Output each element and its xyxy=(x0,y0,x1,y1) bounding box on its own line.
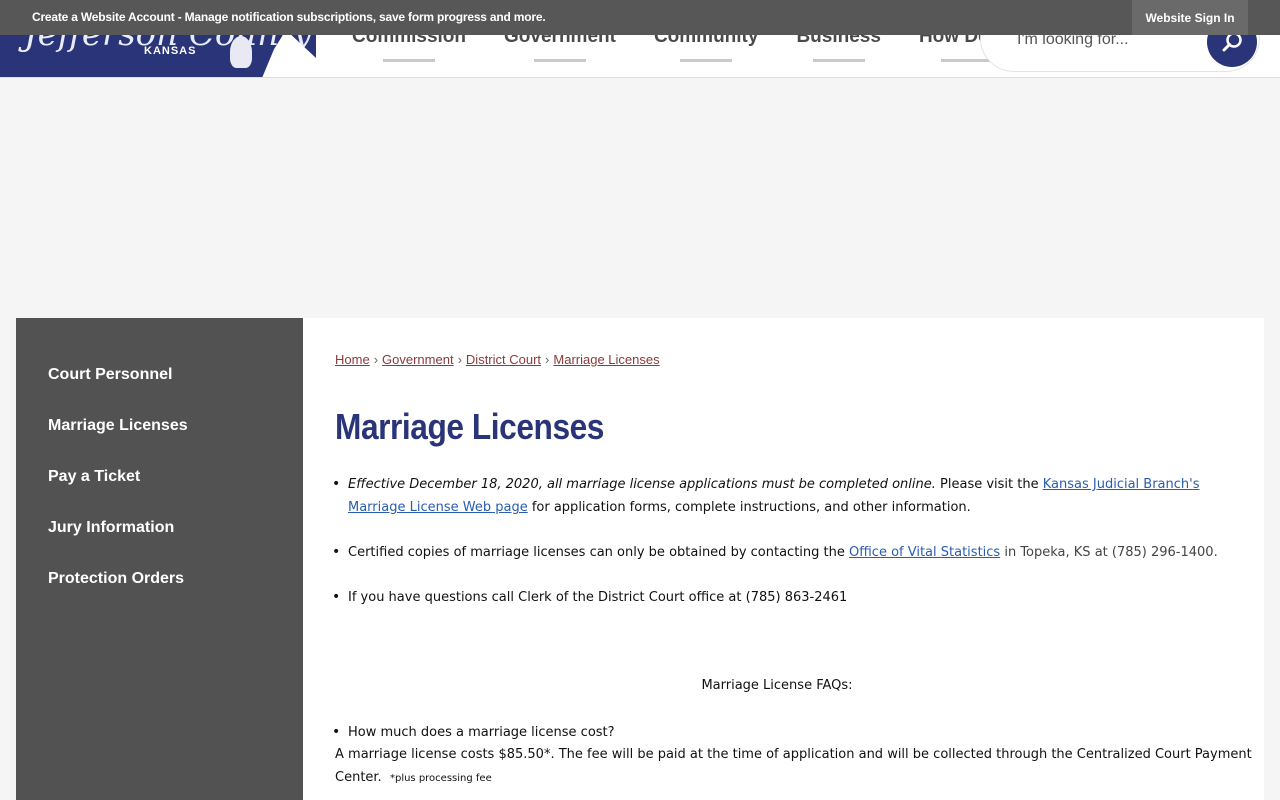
notification-bar: Create a Website Account - Manage notifi… xyxy=(0,0,1280,35)
breadcrumb-separator: › xyxy=(545,352,550,367)
list-item: • Certified copies of marriage licenses … xyxy=(332,541,1218,564)
visit-text: Please visit the xyxy=(935,477,1043,492)
bullet-dot: • xyxy=(332,544,341,560)
list-item: • If you have questions call Clerk of th… xyxy=(332,586,847,609)
bullet-dot: • xyxy=(332,589,341,605)
sidebar-item-marriage-licenses[interactable]: Marriage Licenses xyxy=(48,417,188,435)
website-signin-button[interactable]: Website Sign In xyxy=(1132,0,1248,35)
breadcrumb: Home › Government › District Court › Marriage … xyxy=(335,352,660,367)
vital-statistics-link[interactable]: Office of Vital Statistics xyxy=(849,545,1000,560)
main-content: Home › Government › District Court › Marriage … xyxy=(303,318,1264,800)
list-item: • Effective December 18, 2020, all marri… xyxy=(332,473,1238,519)
faq-answer-note: *plus processing fee xyxy=(389,773,492,784)
breadcrumb-district-court[interactable]: District Court xyxy=(466,352,541,367)
faq-heading: Marriage License FAQs: xyxy=(701,678,853,693)
create-account-link[interactable]: Create a Website Account - Manage notifi… xyxy=(32,10,546,24)
breadcrumb-government[interactable]: Government xyxy=(382,352,454,367)
online-notice: Effective December 18, 2020, all marriag… xyxy=(348,477,936,492)
visit-tail: for application forms, complete instruct… xyxy=(527,500,971,515)
sidebar-item-court-personnel[interactable]: Court Personnel xyxy=(48,366,172,384)
sidebar-item-protection-orders[interactable]: Protection Orders xyxy=(48,570,184,588)
breadcrumb-marriage-licenses[interactable]: Marriage Licenses xyxy=(553,352,659,367)
faq-question: How much does a marriage license cost? xyxy=(348,725,615,740)
clerk-contact-text: If you have questions call Clerk of the … xyxy=(348,590,848,605)
page-title: Marriage Licenses xyxy=(335,406,604,447)
vital-statistics-phone: in Topeka, KS at (785) 296-1400. xyxy=(1000,545,1218,560)
portrait-icon xyxy=(230,36,252,68)
bullet-dot: • xyxy=(332,476,341,492)
logo-state: KANSAS xyxy=(144,45,197,57)
breadcrumb-home[interactable]: Home xyxy=(335,352,370,367)
faq-answer: A marriage license costs $85.50*. The fe… xyxy=(335,743,1260,790)
list-item-text: Effective December 18, 2020, all marriag… xyxy=(348,473,1238,519)
breadcrumb-separator: › xyxy=(457,352,462,367)
list-item-text: Certified copies of marriage licenses ca… xyxy=(348,541,1218,564)
sidebar: Court Personnel Marriage Licenses Pay a … xyxy=(16,318,303,800)
bullet-dot: • xyxy=(332,724,341,740)
sidebar-item-pay-a-ticket[interactable]: Pay a Ticket xyxy=(48,468,140,486)
list-item: • How much does a marriage license cost? xyxy=(332,721,615,744)
sidebar-item-jury-information[interactable]: Jury Information xyxy=(48,519,174,537)
breadcrumb-separator: › xyxy=(373,352,379,367)
certified-copies-text: Certified copies of marriage licenses ca… xyxy=(348,545,849,560)
